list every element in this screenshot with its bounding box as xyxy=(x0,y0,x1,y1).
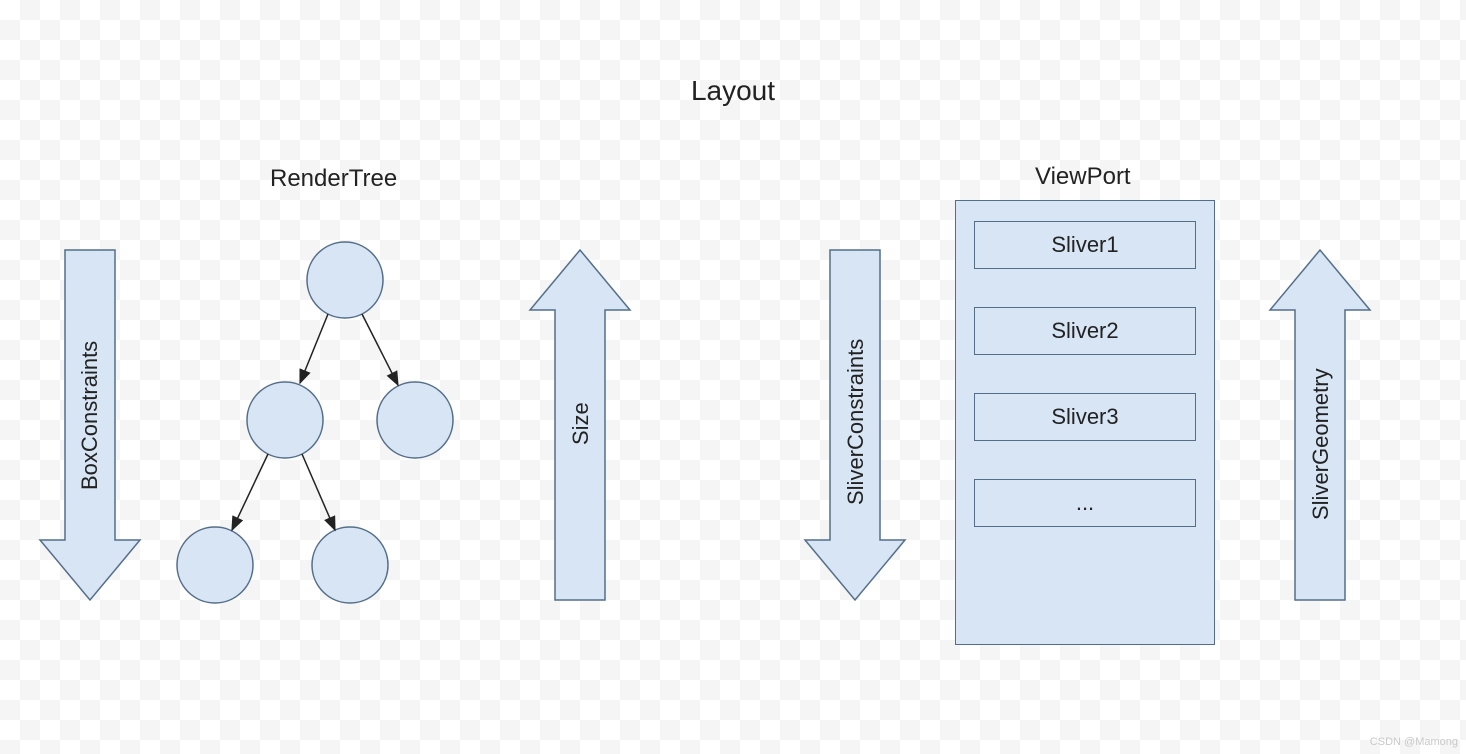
sliver-constraints-arrow: SliverConstraints xyxy=(805,250,905,600)
tree-node xyxy=(307,242,383,318)
diagram-svg: BoxConstraints Size SliverConstraints Sl… xyxy=(0,0,1466,754)
tree-node xyxy=(312,527,388,603)
watermark: CSDN @Mamong xyxy=(1370,736,1458,748)
box-constraints-arrow: BoxConstraints xyxy=(40,250,140,600)
box-constraints-label: BoxConstraints xyxy=(77,341,102,490)
size-arrow: Size xyxy=(530,250,630,600)
sliver-geometry-label: SliverGeometry xyxy=(1308,368,1333,520)
sliver-constraints-label: SliverConstraints xyxy=(843,339,868,505)
tree-edge xyxy=(362,314,398,385)
tree-edge xyxy=(302,454,335,530)
tree-edge xyxy=(232,454,268,530)
tree-node xyxy=(247,382,323,458)
sliver-geometry-arrow: SliverGeometry xyxy=(1270,250,1370,600)
tree-node xyxy=(177,527,253,603)
tree-edge xyxy=(300,314,328,383)
tree-node xyxy=(377,382,453,458)
render-tree xyxy=(177,242,453,603)
size-label: Size xyxy=(568,402,593,445)
